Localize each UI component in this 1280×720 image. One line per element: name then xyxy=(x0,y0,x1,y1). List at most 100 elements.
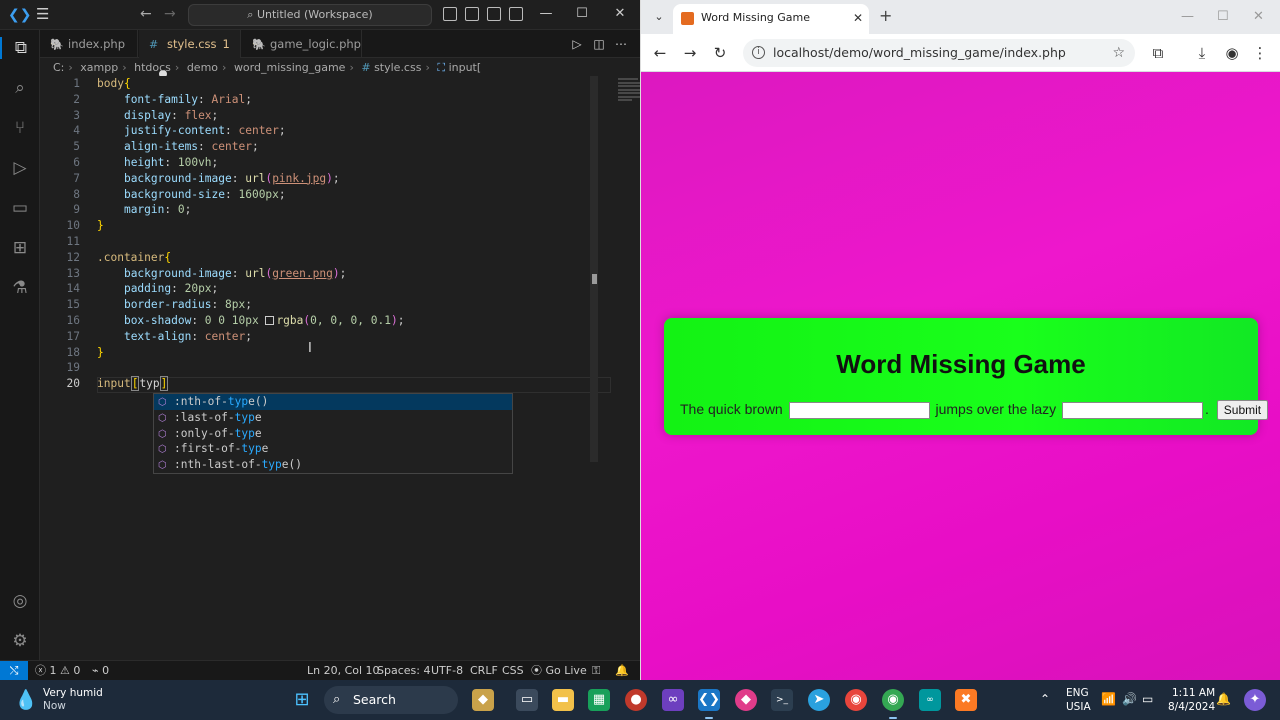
go-live-button[interactable]: ⦿ Go Live xyxy=(531,661,587,680)
task-view-icon[interactable]: ▭ xyxy=(516,689,538,711)
customize-layout-icon[interactable] xyxy=(509,7,523,21)
close-icon[interactable]: ✕ xyxy=(612,6,628,22)
breadcrumb-item[interactable]: word_missing_game xyxy=(234,61,346,74)
file-explorer-icon[interactable]: ▬ xyxy=(552,689,574,711)
arduino-icon[interactable]: ∞ xyxy=(919,689,941,711)
breadcrumb-item[interactable]: input[ xyxy=(449,61,482,74)
start-windows-icon[interactable]: ⊞ xyxy=(291,689,313,711)
run-debug-icon[interactable]: ▷ xyxy=(9,157,31,179)
code-editor[interactable]: 1 2 3 4 5 6 7 8 9 10 11 12 13 14 15 16 1… xyxy=(40,76,650,660)
tab-index-php[interactable]: 🐘 index.php xyxy=(40,30,138,58)
source-control-icon[interactable]: ⑂ xyxy=(9,117,31,139)
missing-word-input-2[interactable] xyxy=(1062,401,1203,419)
new-tab-icon[interactable]: + xyxy=(879,8,892,24)
weather-title[interactable]: Very humid xyxy=(43,687,103,700)
minimize-icon[interactable]: — xyxy=(1181,9,1194,25)
back-arrow-icon[interactable]: ← xyxy=(651,44,669,62)
address-bar[interactable]: i localhost/demo/word_missing_game/index… xyxy=(743,39,1135,67)
toggle-sidebar-icon[interactable] xyxy=(443,7,457,21)
extensions-icon[interactable]: ⊞ xyxy=(9,237,31,259)
problems-indicator[interactable]: ⓧ 1 ⚠ 0 xyxy=(35,661,80,680)
tab-style-css[interactable]: # style.css 1 xyxy=(139,30,241,78)
ports-indicator[interactable]: ⌁ 0 xyxy=(92,661,109,680)
browser-tab[interactable]: Word Missing Game ✕ xyxy=(673,4,869,34)
chrome-menu-icon[interactable]: ⋮ xyxy=(1251,44,1269,62)
calculator-icon[interactable]: ▦ xyxy=(588,689,610,711)
suggestion-item[interactable]: ⬡:nth-last-of-type() xyxy=(154,457,512,473)
key-icon[interactable]: ⚿ xyxy=(592,661,600,680)
suggestion-item[interactable]: ⬡:nth-of-type() xyxy=(154,394,512,410)
back-arrow-icon[interactable]: ← xyxy=(140,6,156,22)
maximize-icon[interactable]: ☐ xyxy=(1217,9,1229,25)
wifi-icon[interactable]: 📶 xyxy=(1101,692,1116,706)
color-swatch-icon[interactable] xyxy=(265,315,275,325)
cursor-position[interactable]: Ln 20, Col 10 xyxy=(307,661,380,680)
chrome-icon[interactable]: ◉ xyxy=(845,689,867,711)
indentation[interactable]: Spaces: 4 xyxy=(377,661,430,680)
remote-explorer-icon[interactable]: ▭ xyxy=(9,197,31,219)
breadcrumb-item[interactable]: htdocs xyxy=(134,61,171,74)
submit-button[interactable]: Submit xyxy=(1216,400,1269,421)
weather-droplet-icon[interactable]: 💧 xyxy=(14,688,38,712)
profile-avatar-icon[interactable]: ◉ xyxy=(1223,44,1241,62)
breadcrumb-item[interactable]: C: xyxy=(53,61,64,74)
account-icon[interactable]: ◎ xyxy=(9,590,31,612)
close-icon[interactable]: ✕ xyxy=(1253,9,1264,25)
hamburger-icon[interactable]: ☰ xyxy=(36,6,52,22)
volume-icon[interactable]: 🔊 xyxy=(1122,692,1137,706)
search-icon[interactable]: ⌕ xyxy=(9,77,31,99)
copilot-icon[interactable]: ✦ xyxy=(1244,689,1266,711)
encoding[interactable]: UTF-8 xyxy=(431,661,463,680)
visual-studio-icon[interactable]: ∞ xyxy=(662,689,684,711)
reload-icon[interactable]: ↻ xyxy=(711,44,729,62)
terminal-icon[interactable]: >_ xyxy=(771,689,793,711)
testing-icon[interactable]: ⚗ xyxy=(9,277,31,299)
close-tab-icon[interactable]: ✕ xyxy=(853,4,863,32)
tray-overflow-icon[interactable]: ⌃ xyxy=(1040,692,1050,706)
keyboard-layout[interactable]: USIA xyxy=(1066,701,1091,713)
command-center[interactable]: ⌕ Untitled (Workspace) xyxy=(188,4,432,26)
notification-bell-icon[interactable]: 🔔 xyxy=(1216,692,1231,706)
settings-gear-icon[interactable]: ⚙ xyxy=(9,630,31,652)
forward-arrow-icon[interactable]: → xyxy=(164,6,180,22)
breadcrumb-item[interactable]: style.css xyxy=(374,61,421,74)
tab-search-icon[interactable]: ⌄ xyxy=(651,9,667,25)
editor-scrollbar[interactable] xyxy=(590,76,598,462)
clock-time[interactable]: 1:11 AM xyxy=(1172,687,1215,699)
scrollbar-thumb[interactable] xyxy=(592,274,597,284)
battery-icon[interactable]: ▭ xyxy=(1142,692,1153,706)
clock-date[interactable]: 8/4/2024 xyxy=(1168,701,1215,713)
toggle-secondary-sidebar-icon[interactable] xyxy=(487,7,501,21)
suggestion-item[interactable]: ⬡:only-of-type xyxy=(154,426,512,442)
toggle-panel-icon[interactable] xyxy=(465,7,479,21)
language-mode[interactable]: CSS xyxy=(502,661,524,680)
breadcrumb-item[interactable]: demo xyxy=(187,61,218,74)
taskbar-search[interactable]: ⌕ Search xyxy=(324,686,458,714)
tab-game-logic-php[interactable]: 🐘 game_logic.php xyxy=(242,30,362,58)
split-editor-icon[interactable]: ◫ xyxy=(592,37,606,51)
download-icon[interactable]: ⤓ xyxy=(1193,44,1211,62)
suggestion-item[interactable]: ⬡:last-of-type xyxy=(154,410,512,426)
extensions-puzzle-icon[interactable]: ⧉ xyxy=(1149,44,1167,62)
xampp-icon[interactable]: ✖ xyxy=(955,689,977,711)
language-code[interactable]: ENG xyxy=(1066,687,1089,699)
run-file-icon[interactable]: ▷ xyxy=(570,37,584,51)
missing-word-input-1[interactable] xyxy=(788,401,930,419)
paint-drop-icon[interactable]: ◆ xyxy=(735,689,757,711)
vscode-taskbar-icon[interactable]: ❮❯ xyxy=(698,689,720,711)
end-of-line[interactable]: CRLF xyxy=(470,661,498,680)
site-info-icon[interactable]: i xyxy=(752,46,765,59)
telegram-icon[interactable]: ➤ xyxy=(808,689,830,711)
more-actions-icon[interactable]: ⋯ xyxy=(614,37,628,51)
maximize-icon[interactable]: ☐ xyxy=(574,6,590,22)
widget-icon[interactable]: ◆ xyxy=(472,689,494,711)
bookmark-star-icon[interactable]: ☆ xyxy=(1112,39,1125,67)
chrome-alt-icon[interactable]: ◉ xyxy=(882,689,904,711)
recorder-icon[interactable]: ● xyxy=(625,689,647,711)
breadcrumb-item[interactable]: xampp xyxy=(80,61,118,74)
forward-arrow-icon[interactable]: → xyxy=(681,44,699,62)
notifications-bell-icon[interactable]: 🔔 xyxy=(615,661,629,680)
minimize-icon[interactable]: — xyxy=(538,6,554,22)
remote-indicator-icon[interactable]: ⤭ xyxy=(0,661,28,680)
explorer-icon[interactable]: ⧉ xyxy=(0,37,40,59)
